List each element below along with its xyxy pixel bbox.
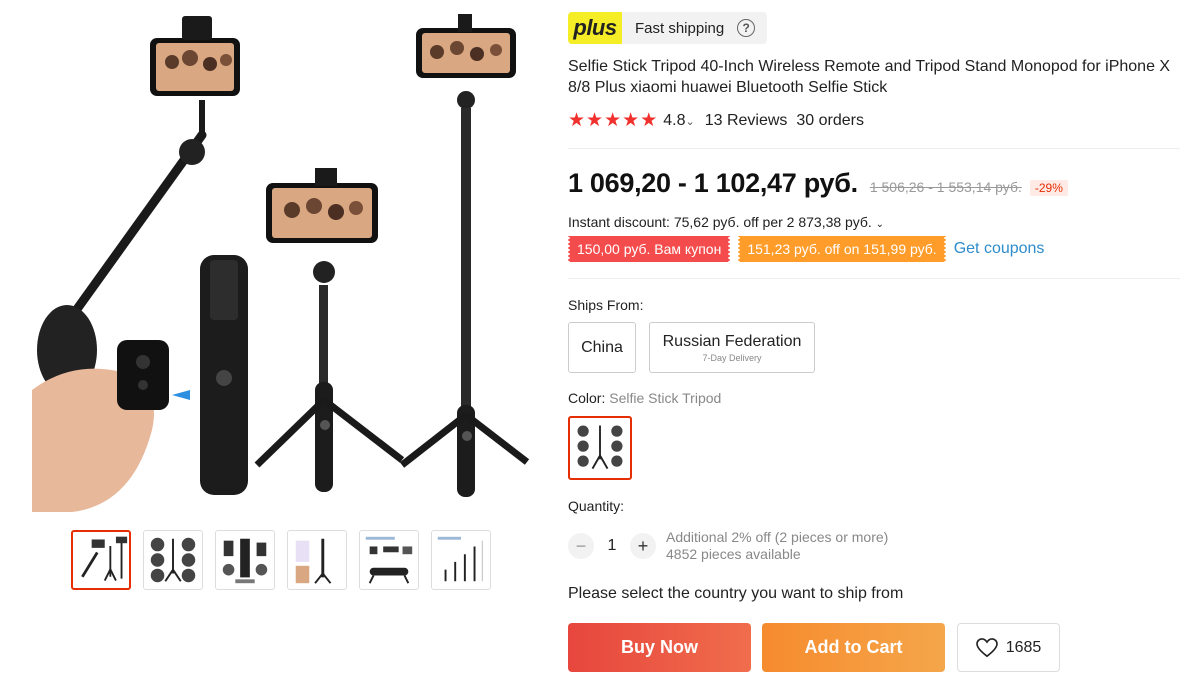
reviews-link[interactable]: 13 Reviews [705, 112, 788, 130]
coupon-row: 150,00 руб. Вам купон 151,23 руб. off on… [566, 236, 1045, 262]
divider [568, 148, 1180, 149]
fast-shipping-label: Fast shipping [635, 19, 725, 37]
thumbnail-2[interactable] [143, 530, 203, 590]
chevron-down-icon: ⌄ [685, 116, 695, 128]
price-row: 1 069,20 - 1 102,47 руб. 1 506,26 - 1 55… [568, 168, 1068, 199]
plus-badge: plus Fast shipping ? [568, 12, 768, 44]
old-price: 1 506,26 - 1 553,14 руб. [869, 179, 1022, 195]
ships-from-label: Ships From: [568, 297, 644, 313]
star-icon: ★ [568, 110, 586, 131]
selected-color-name: Selfie Stick Tripod [609, 390, 722, 406]
chevron-down-icon: ⌄ [875, 219, 885, 230]
color-option-selfie-stick-tripod[interactable] [568, 416, 632, 480]
thumbnail-4[interactable] [287, 530, 347, 590]
heart-icon [975, 637, 998, 657]
ship-country-message: Please select the country you want to sh… [568, 585, 904, 602]
rating-value[interactable]: 4.8⌄ [663, 112, 694, 130]
quantity-label: Quantity: [568, 498, 625, 514]
stock-available: 4852 pieces available [666, 546, 801, 562]
divider [568, 278, 1180, 279]
wishlist-count: 1685 [1005, 638, 1042, 656]
bulk-offer: Additional 2% off (2 pieces or more) [666, 529, 889, 545]
discount-badge: -29% [1029, 180, 1068, 196]
star-icon: ★ [586, 110, 604, 131]
thumbnail-3[interactable] [215, 530, 275, 590]
ship-option-russia[interactable]: Russian Federation 7-Day Delivery [649, 322, 815, 373]
get-coupons-link[interactable]: Get coupons [954, 240, 1045, 258]
help-icon[interactable]: ? [737, 19, 756, 37]
orders-count: 30 orders [796, 112, 864, 129]
add-to-cart-button[interactable]: Add to Cart [762, 623, 945, 672]
rating-stars: ★ ★ ★ ★ ★ [568, 111, 657, 131]
color-label: Color: Selfie Stick Tripod [568, 390, 722, 406]
coupon-select[interactable]: 151,23 руб. off on 151,99 руб. [737, 236, 948, 262]
delivery-time: 7-Day Delivery [702, 352, 762, 363]
current-price: 1 069,20 - 1 102,47 руб. [568, 168, 858, 198]
quantity-minus-button[interactable]: − [568, 533, 594, 559]
coupon-store[interactable]: 150,00 руб. Вам купон [566, 236, 732, 262]
product-main-image[interactable] [32, 0, 532, 513]
thumbnail-5[interactable] [359, 530, 419, 590]
ship-option-name: Russian Federation [662, 332, 802, 350]
star-icon: ★ [640, 110, 658, 131]
quantity-info: Additional 2% off (2 pieces or more) 485… [666, 529, 888, 563]
thumbnail-6[interactable] [431, 530, 491, 590]
ship-option-china[interactable]: China [568, 322, 636, 373]
quantity-stepper: − 1 + Additional 2% off (2 pieces or mor… [568, 529, 888, 563]
star-icon: ★ [622, 110, 640, 131]
product-title: Selfie Stick Tripod 40-Inch Wireless Rem… [568, 58, 1171, 96]
quantity-value[interactable]: 1 [594, 537, 630, 555]
star-icon: ★ [604, 110, 622, 131]
thumbnail-1[interactable] [71, 530, 131, 590]
plus-logo: plus [568, 12, 622, 44]
ship-option-name: China [581, 338, 623, 356]
instant-discount[interactable]: Instant discount: 75,62 руб. off per 2 8… [568, 214, 884, 230]
quantity-plus-button[interactable]: + [630, 533, 656, 559]
thumbnail-strip [71, 530, 491, 590]
rating-row: ★ ★ ★ ★ ★ 4.8⌄ 13 Reviews 30 orders [568, 111, 864, 131]
buy-now-button[interactable]: Buy Now [568, 623, 751, 672]
wishlist-button[interactable]: 1685 [957, 623, 1060, 672]
